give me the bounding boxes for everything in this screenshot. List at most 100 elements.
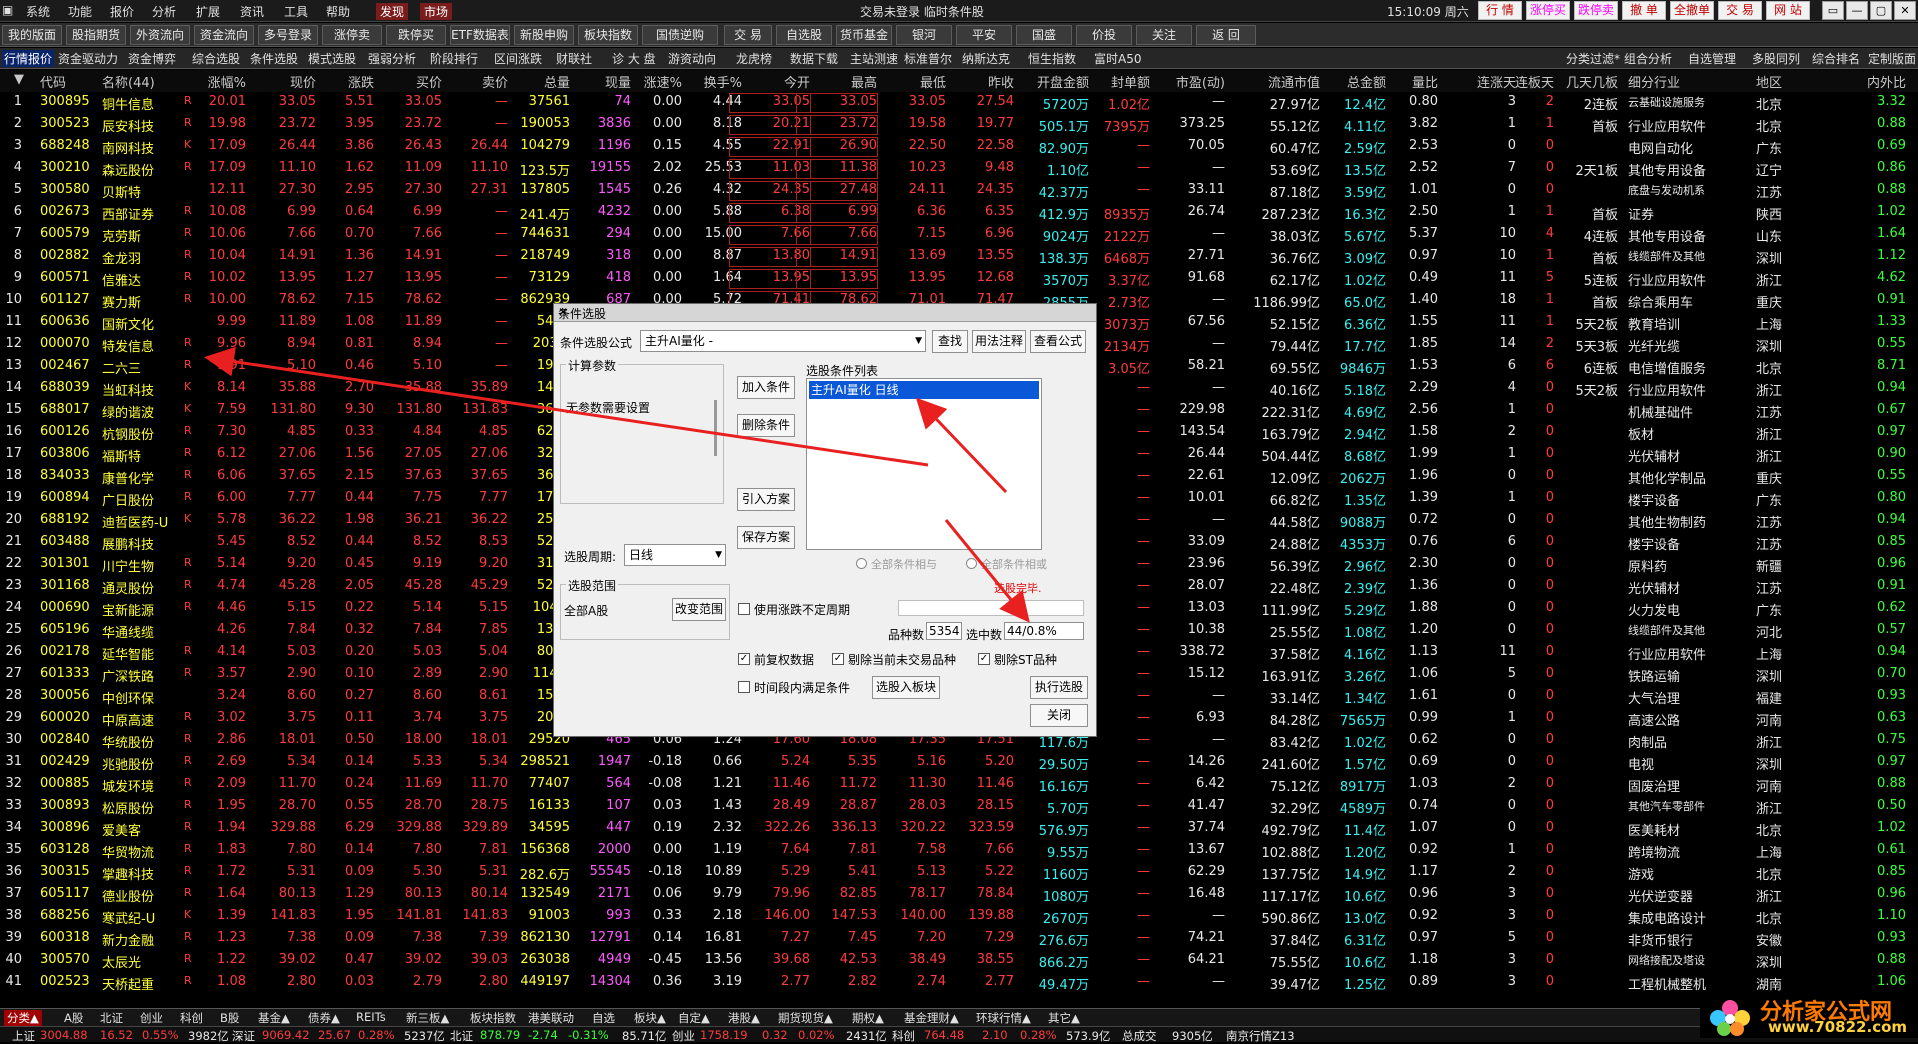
toolbar-tab[interactable]: 板块指数	[578, 25, 638, 45]
table-row[interactable]: 4 R 300210 森远股份 17.09 11.10 1.62 11.09 11.10 123.…	[0, 158, 1918, 180]
category-tab[interactable]: 分类▲	[4, 1010, 42, 1026]
view-formula-button[interactable]: 查看公式	[1030, 330, 1086, 353]
restore-icon[interactable]: ▭	[1822, 1, 1844, 20]
category-tab[interactable]: 创业	[140, 1010, 163, 1026]
toolbar-tab[interactable]: 跌停买	[386, 25, 446, 45]
trade-button[interactable]: 交 易	[1718, 1, 1762, 20]
table-row[interactable]: 9 R 600571 信雅达 10.02 13.95 1.27 13.95—73129 418 0…	[0, 268, 1918, 290]
menu-help[interactable]: 帮助	[326, 3, 350, 20]
function-tab[interactable]: 资金博弈	[128, 50, 176, 67]
add-condition-button[interactable]: 加入条件	[737, 376, 795, 399]
table-row[interactable]: 2 R 300523 辰安科技 19.98 23.72 3.95 23.72—190053 38…	[0, 114, 1918, 136]
quote-button[interactable]: 行 情	[1478, 1, 1522, 20]
column-header[interactable]: 市盈(动)	[1145, 72, 1225, 91]
import-plan-button[interactable]: 引入方案	[737, 488, 795, 511]
category-tab[interactable]: 自定▲	[678, 1010, 710, 1026]
function-tab[interactable]: 资金驱动力	[58, 50, 118, 67]
radio-all-or[interactable]	[966, 558, 977, 569]
table-row[interactable]: 8 R 002882 金龙羽 10.04 14.91 1.36 14.91—218749 318…	[0, 246, 1918, 268]
toolbar-tab[interactable]: 涨停卖	[322, 25, 382, 45]
category-tab[interactable]: 新三板▲	[406, 1010, 449, 1026]
table-row[interactable]: 34 R 300896 爱美客 1.94 329.88 6.29 329.88 329.89 34…	[0, 818, 1918, 840]
menu-market[interactable]: 市场	[420, 3, 453, 20]
toolbar-tab[interactable]: 多号登录	[258, 25, 318, 45]
function-tab-right[interactable]: 自选管理	[1688, 50, 1736, 67]
category-tab[interactable]: 债券▲	[308, 1010, 340, 1026]
radio-all-and[interactable]	[856, 558, 867, 569]
add-to-block-button[interactable]: 选股入板块	[872, 676, 940, 699]
table-row[interactable]: 7 R 600579 克劳斯 10.06 7.66 0.70 7.66—744631 294 0.…	[0, 224, 1918, 246]
function-tab[interactable]: 恒生指数	[1028, 50, 1076, 67]
menu-function[interactable]: 功能	[68, 3, 92, 20]
function-tab-right[interactable]: 综合排名	[1812, 50, 1860, 67]
toolbar-tab[interactable]: 返 回	[1196, 25, 1256, 45]
function-tab[interactable]: 综合选股	[192, 50, 240, 67]
condition-item[interactable]: 主升AI量化 日线	[809, 381, 1039, 399]
website-button[interactable]: 网 站	[1766, 1, 1810, 20]
toolbar-tab[interactable]: 货币基金	[836, 25, 892, 45]
menu-quote[interactable]: 报价	[110, 3, 134, 20]
maximize-icon[interactable]: ▢	[1870, 1, 1892, 20]
menu-extend[interactable]: 扩展	[196, 3, 220, 20]
category-tab[interactable]: 北证	[100, 1010, 123, 1026]
find-button[interactable]: 查找	[932, 330, 968, 353]
table-row[interactable]: 32 R 000885 城发环境 2.09 11.70 0.24 11.69 11.70 7740…	[0, 774, 1918, 796]
close-icon[interactable]: ✕	[1894, 1, 1916, 20]
table-row[interactable]: 39 R 600318 新力金融 1.23 7.38 0.09 7.38 7.39 862130 1…	[0, 928, 1918, 950]
limit-down-sell-button[interactable]: 跌停卖	[1574, 1, 1618, 20]
toolbar-tab[interactable]: 资金流向	[194, 25, 254, 45]
table-row[interactable]: 41 R 002523 天桥起重 1.08 2.80 0.03 2.79 2.80 449197 1…	[0, 972, 1918, 994]
category-tab[interactable]: 科创	[180, 1010, 203, 1026]
sort-arrow-icon[interactable]: ▼	[14, 72, 26, 90]
category-tab[interactable]: 其它▲	[1048, 1010, 1080, 1026]
cancel-order-button[interactable]: 撤 单	[1622, 1, 1666, 20]
change-range-button[interactable]: 改变范围	[672, 598, 726, 621]
table-row[interactable]: 38 K 688256 寒武纪-U 1.39 141.83 1.95 141.81 141.83…	[0, 906, 1918, 928]
table-row[interactable]: 37 R 605117 德业股份 1.64 80.13 1.29 80.13 80.14 1325…	[0, 884, 1918, 906]
toolbar-tab[interactable]: 关注	[1136, 25, 1192, 45]
category-tab[interactable]: 期货现货▲	[778, 1010, 833, 1026]
toolbar-tab[interactable]: 外资流向	[130, 25, 190, 45]
function-tab[interactable]: 阶段排行	[430, 50, 478, 67]
category-tab[interactable]: 环球行情▲	[976, 1010, 1031, 1026]
dialog-titlebar[interactable]: 条件选股 ✕	[554, 304, 1096, 322]
function-tab[interactable]: 游资动向	[668, 50, 716, 67]
exclude-st-checkbox[interactable]: ✓	[978, 653, 990, 665]
column-header[interactable]: 地区	[1756, 72, 1812, 91]
uncertain-period-input[interactable]	[898, 600, 1084, 616]
minimize-icon[interactable]: —	[1846, 1, 1868, 20]
menu-info[interactable]: 资讯	[240, 3, 264, 20]
column-header[interactable]: 代码	[40, 72, 110, 91]
toolbar-tab[interactable]: 银河	[896, 25, 952, 45]
menu-discover[interactable]: 发现	[376, 3, 409, 20]
toolbar-tab[interactable]: 国盛	[1016, 25, 1072, 45]
function-tab[interactable]: 主站测速	[850, 50, 898, 67]
limit-up-buy-button[interactable]: 涨停买	[1526, 1, 1570, 20]
delete-condition-button[interactable]: 删除条件	[737, 414, 795, 437]
usage-button[interactable]: 用法注释	[972, 330, 1026, 353]
function-tab[interactable]: 区间涨跌	[494, 50, 542, 67]
table-row[interactable]: 40 R 300570 太辰光 1.22 39.02 0.47 39.02 39.03 26303…	[0, 950, 1918, 972]
toolbar-tab[interactable]: 平安	[956, 25, 1012, 45]
column-header[interactable]: 几天几板	[1538, 72, 1618, 91]
toolbar-tab[interactable]: 新股申购	[514, 25, 574, 45]
function-tab-right[interactable]: 分类过滤*	[1566, 50, 1620, 67]
save-plan-button[interactable]: 保存方案	[737, 526, 795, 549]
function-tab-right[interactable]: 定制版面	[1868, 50, 1916, 67]
adjusted-data-checkbox[interactable]: ✓	[738, 653, 750, 665]
function-tab[interactable]: 条件选股	[250, 50, 298, 67]
column-header[interactable]: 涨幅%	[166, 72, 246, 91]
function-tab[interactable]: 模式选股	[308, 50, 356, 67]
table-row[interactable]: 33 R 300893 松原股份 1.95 28.70 0.55 28.70 28.75 1613…	[0, 796, 1918, 818]
toolbar-tab[interactable]: 国债逆购	[642, 25, 718, 45]
category-tab[interactable]: 板块指数	[470, 1010, 516, 1026]
column-header[interactable]: 昨收	[934, 72, 1014, 91]
category-tab[interactable]: B股	[220, 1010, 239, 1026]
category-tab[interactable]: 期权▲	[852, 1010, 884, 1026]
toolbar-tab[interactable]: ETF数据表	[450, 25, 510, 45]
function-tab[interactable]: 财联社	[556, 50, 592, 67]
table-row[interactable]: 36 R 300315 掌趣科技 1.72 5.31 0.09 5.30 5.31 282.6万 5…	[0, 862, 1918, 884]
function-tab[interactable]: 行情报价	[2, 50, 55, 67]
category-tab[interactable]: 基金▲	[258, 1010, 290, 1026]
column-header[interactable]: 细分行业	[1628, 72, 1730, 91]
